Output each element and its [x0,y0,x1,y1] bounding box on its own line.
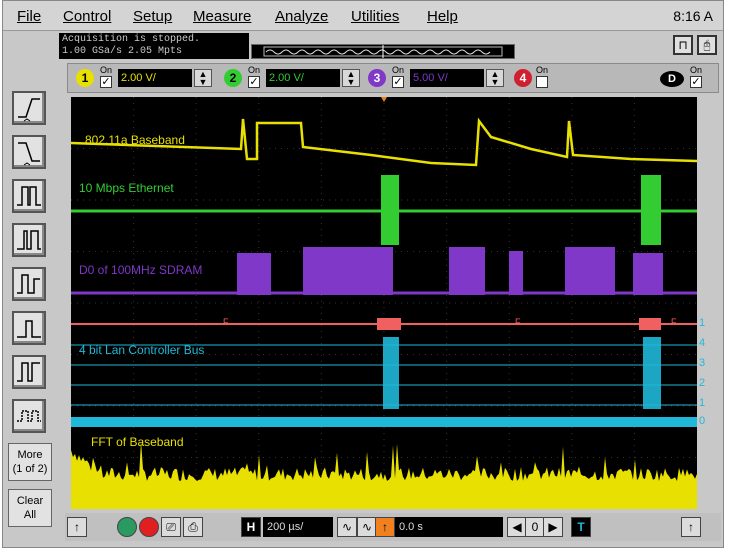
display-mode-button[interactable]: ⊓ [673,35,693,55]
channel-4-checkbox[interactable] [536,76,548,88]
pattern-icon [17,410,41,422]
channel-2-scale[interactable]: 2.00 V/ [266,69,340,87]
bus-bit-label: 2 [699,377,706,389]
runt-icon [17,274,40,294]
channel-3-spinner[interactable]: ▲ ▼ [486,69,504,87]
bus-bit-label: 0 [699,415,706,427]
bus-marker-f3: F [671,317,677,327]
falling-edge-icon [18,142,40,166]
clear-all-button[interactable]: Clear All [8,489,52,527]
trace-label-sdram: D0 of 100MHz SDRAM [79,263,203,277]
glitch-trigger-button[interactable] [12,223,46,257]
clear-label: Clear [16,495,44,507]
waveform-display[interactable]: 802.11a Baseband 10 Mbps Ethernet D0 of … [71,97,697,509]
trigger-position-marker [381,97,387,102]
bottom-toolbar: ↑ ⎚ ⎙ H 200 µs/ ∿ ∿ ↑ 0.0 s ◀ 0 ▶ T ↑ [65,513,721,541]
channel-3-on-label: On [392,65,405,75]
delay-field[interactable]: 0.0 s [395,517,503,537]
rising-edge-trigger-button[interactable] [12,91,46,125]
single-button[interactable]: ⎚ [161,517,181,537]
digital-on-label: On [690,65,703,75]
transition-trigger-button[interactable] [12,355,46,389]
horizontal-badge: H [241,517,261,537]
channel-1-scale[interactable]: 2.00 V/ [118,69,192,87]
timebase-fine-icon[interactable]: ∿ [357,517,377,537]
bus-marker-f1: F [223,317,229,327]
menu-analyze[interactable]: Analyze [275,8,328,25]
pulse-width-icon [17,186,41,206]
rising-edge-icon [18,98,40,122]
more-button[interactable]: More (1 of 2) [8,443,52,481]
overview-waveform-icon [263,45,503,58]
status-line-1: Acquisition is stopped. [62,34,201,45]
channel-1-checkbox[interactable]: ✓ [100,76,112,88]
transition-icon [17,362,40,382]
more-page-label: (1 of 2) [12,463,48,475]
digital-checkbox[interactable]: ✓ [690,76,702,88]
print-icon[interactable]: ⎙ [183,517,203,537]
delay-marker-icon: ↑ [375,517,395,537]
digital-channel-badge: D [660,71,684,87]
bus-bit-label: 3 [699,357,706,369]
channel-2-checkbox[interactable]: ✓ [248,76,260,88]
scope-window: File Control Setup Measure Analyze Utili… [2,0,724,548]
menu-control[interactable]: Control [63,8,111,25]
channel-3-scale[interactable]: 5.00 V/ [410,69,484,87]
falling-edge-trigger-button[interactable] [12,135,46,169]
bus-decode-line [71,318,697,330]
trigger-badge: T [571,517,591,537]
run-button[interactable] [117,517,137,537]
menu-measure[interactable]: Measure [193,8,251,25]
channel-4-on-label: On [536,65,549,75]
channel-2-badge: 2 [224,69,242,87]
trace-label-fft: FFT of Baseband [91,435,184,449]
status-line-2: 1.00 GSa/s 2.05 Mpts [62,46,183,57]
channel-2-on-label: On [248,65,261,75]
more-label: More [17,449,43,461]
setup-hold-icon [17,320,41,338]
trace-label-802-11a: 802.11a Baseband [85,133,185,147]
scroll-up-right-icon[interactable]: ↑ [681,517,701,537]
channel-1-badge: 1 [76,69,94,87]
pulse-width-trigger-button[interactable] [12,179,46,213]
channel-3-badge: 3 [368,69,386,87]
menu-help[interactable]: Help [427,8,458,25]
channel-controls: 1 On ✓ 2.00 V/ ▲ ▼ 2 On ✓ 2.00 V/ ▲ ▼ 3 On… [67,63,719,93]
trace-label-ethernet: 10 Mbps Ethernet [79,181,174,195]
bus-bit-label: 1 [699,397,706,409]
menu-bar: File Control Setup Measure Analyze Utili… [3,1,723,31]
setup-hold-trigger-button[interactable] [12,311,46,345]
channel-4-badge: 4 [514,69,532,87]
timebase-field[interactable]: 200 µs/ [263,517,333,537]
pattern-trigger-button[interactable] [12,399,46,433]
channel-2-spinner[interactable]: ▲ ▼ [342,69,360,87]
bus-bit-label: 1 [699,317,706,329]
glitch-icon [17,230,41,250]
menu-setup[interactable]: Setup [133,8,172,25]
left-toolbar: More (1 of 2) Clear All [7,89,57,535]
menu-utilities[interactable]: Utilities [351,8,399,25]
menu-file[interactable]: File [17,8,41,25]
all-label: All [23,509,37,521]
channel-1-on-label: On [100,65,113,75]
delay-right-icon[interactable]: ▶ [543,517,563,537]
delay-zero-icon[interactable]: 0 [525,517,545,537]
channel-3-checkbox[interactable]: ✓ [392,76,404,88]
timebase-coarse-icon[interactable]: ∿ [337,517,357,537]
bus-bit-label: 4 [699,337,706,349]
acquisition-status: Acquisition is stopped. 1.00 GSa/s 2.05 … [59,33,249,59]
stop-button[interactable] [139,517,159,537]
channel-1-spinner[interactable]: ▲ ▼ [194,69,212,87]
mouse-mode-button[interactable]: 🖰 [697,35,717,55]
trace-label-lan-bus: 4 bit Lan Controller Bus [79,343,205,357]
scroll-up-icon[interactable]: ↑ [67,517,87,537]
clock: 8:16 A [673,8,713,24]
acquisition-overview-strip[interactable] [251,44,515,59]
bus-marker-f2: F [515,317,521,327]
runt-trigger-button[interactable] [12,267,46,301]
delay-left-icon[interactable]: ◀ [507,517,527,537]
